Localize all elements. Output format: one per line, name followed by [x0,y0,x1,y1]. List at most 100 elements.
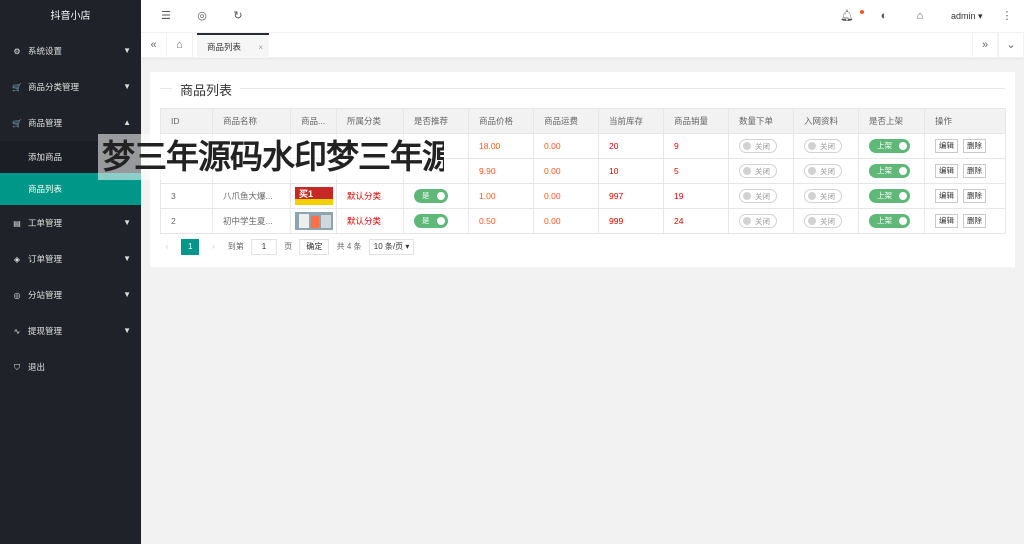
listed-toggle[interactable]: 上架 [869,189,910,203]
recommend-toggle[interactable]: 是 [414,189,448,203]
sidebar-item-label: 订单管理 [28,254,63,264]
delete-button[interactable]: 删除 [963,164,986,178]
edit-button[interactable]: 编辑 [935,189,958,203]
cell-network-info: 关闭 [793,158,859,184]
sidebar-item-label: 系统设置 [28,46,63,56]
toggle-knob [808,167,816,175]
cell-freight: 0.00 [533,158,599,184]
column-header[interactable]: 商品名称 [212,108,291,134]
cell-freight: 0.00 [533,183,599,209]
delete-button[interactable]: 删除 [963,139,986,153]
product-thumbnail[interactable] [295,212,333,230]
listed-toggle[interactable]: 上架 [869,164,910,178]
column-header[interactable]: 商品运费 [533,108,599,134]
page-suffix-label: 页 [284,242,293,251]
toggle-knob [743,142,751,150]
cell-sales: 5 [663,158,729,184]
column-header[interactable]: 所属分类 [336,108,404,134]
cell-thumb [290,208,337,234]
network-info-toggle[interactable]: 关闭 [804,214,842,228]
column-header[interactable]: ID [160,108,213,134]
tabs-scroll-left-icon[interactable]: « [141,33,167,58]
column-header[interactable]: 是否上架 [858,108,925,134]
tab-product-list[interactable]: 商品列表 × [197,33,269,58]
toggle-knob [899,142,907,150]
toggle-knob [743,217,751,225]
recommend-toggle[interactable]: 是 [414,214,448,228]
home-icon[interactable]: ⌂ [167,33,193,58]
qty-order-toggle[interactable]: 关闭 [739,189,777,203]
column-header[interactable]: 入网资料 [793,108,859,134]
app-logo: 抖音小店 [0,0,141,33]
cell-price: 9.90 [468,158,534,184]
column-header[interactable]: 商品价格 [468,108,534,134]
chevron-down-icon[interactable]: ⌄ [998,33,1024,58]
qty-order-toggle[interactable]: 关闭 [739,164,777,178]
cell-name: 八爪鱼大爆... [212,183,291,209]
edit-button[interactable]: 编辑 [935,164,958,178]
cell-price: 18.00 [468,133,534,159]
delete-button[interactable]: 删除 [963,214,986,228]
more-vertical-icon[interactable]: ⋮ [996,0,1018,33]
menu-collapse-icon[interactable]: ☰ [155,0,177,33]
tag-icon[interactable]: ⌂ [909,0,931,33]
cell-listed: 上架 [858,183,925,209]
cell-sales: 24 [663,208,729,234]
toggle-knob [899,217,907,225]
bell-icon[interactable]: 🔔︎ [836,0,858,33]
product-thumbnail[interactable]: 买1 [295,187,333,205]
toggle-label: 关闭 [820,167,835,176]
pulse-icon: ∿ [13,327,21,336]
listed-toggle[interactable]: 上架 [869,214,910,228]
website-icon[interactable]: ◎ [191,0,213,33]
tabs-scroll-right-icon[interactable]: » [972,33,998,58]
qty-order-toggle[interactable]: 关闭 [739,214,777,228]
username: admin [951,11,976,21]
cell-category: 默认分类 [336,183,404,209]
sidebar-item-7[interactable]: ⛉ 退出 [0,349,141,385]
tab-bar: « ⌂ 商品列表 × » ⌄ [141,33,1024,58]
column-header[interactable]: 当前库存 [598,108,664,134]
sidebar-item-6[interactable]: ∿ 提现管理 ▼ [0,313,141,349]
cell-recommend: 是 [403,208,469,234]
edit-button[interactable]: 编辑 [935,214,958,228]
edit-button[interactable]: 编辑 [935,139,958,153]
prev-page-icon[interactable]: ‹ [160,238,174,256]
toggle-knob [743,167,751,175]
cell-actions: 编辑 删除 [924,183,1006,209]
cell-sales: 19 [663,183,729,209]
cell-stock: 10 [598,158,664,184]
delete-button[interactable]: 删除 [963,189,986,203]
column-header[interactable]: 数量下单 [728,108,794,134]
sidebar-item-0[interactable]: ⚙ 系统设置 ▼ [0,33,141,69]
network-info-toggle[interactable]: 关闭 [804,139,842,153]
toggle-label: 关闭 [755,142,770,151]
column-header[interactable]: 商品... [290,108,337,134]
toggle-label: 关闭 [820,142,835,151]
close-icon[interactable]: × [258,35,263,60]
goto-confirm-button[interactable]: 确定 [299,239,330,255]
sidebar-item-4[interactable]: ◈ 订单管理 ▼ [0,241,141,277]
network-info-toggle[interactable]: 关闭 [804,164,842,178]
goto-page-input[interactable]: 1 [250,239,277,255]
cell-qty-order: 关闭 [728,133,794,159]
theme-icon[interactable]: ◐ [873,0,895,33]
sidebar-item-1[interactable]: 🛒 商品分类管理 ▼ [0,69,141,105]
listed-toggle[interactable]: 上架 [869,139,910,153]
user-menu[interactable]: admin ▾ [951,0,983,33]
next-page-icon[interactable]: › [206,238,220,256]
toggle-label: 关闭 [755,217,770,226]
goto-label: 到第 [227,242,244,251]
toggle-label: 是 [422,191,430,200]
column-header[interactable]: 操作 [924,108,1006,134]
qty-order-toggle[interactable]: 关闭 [739,139,777,153]
refresh-icon[interactable]: ↻ [227,0,249,33]
network-info-toggle[interactable]: 关闭 [804,189,842,203]
column-header[interactable]: 是否推荐 [403,108,469,134]
sidebar: 抖音小店 ⚙ 系统设置 ▼ 🛒 商品分类管理 ▼ 🛒 商品管理 ▲ 添加商品 商品列表 ▤ 工单管理 ▼ ◈… [0,0,141,544]
page-size-select[interactable]: 10 条/页 ▾ [368,239,415,255]
column-header[interactable]: 商品销量 [663,108,729,134]
page-current[interactable]: 1 [181,239,200,255]
sidebar-item-5[interactable]: ◎ 分站管理 ▼ [0,277,141,313]
sidebar-item-3[interactable]: ▤ 工单管理 ▼ [0,205,141,241]
